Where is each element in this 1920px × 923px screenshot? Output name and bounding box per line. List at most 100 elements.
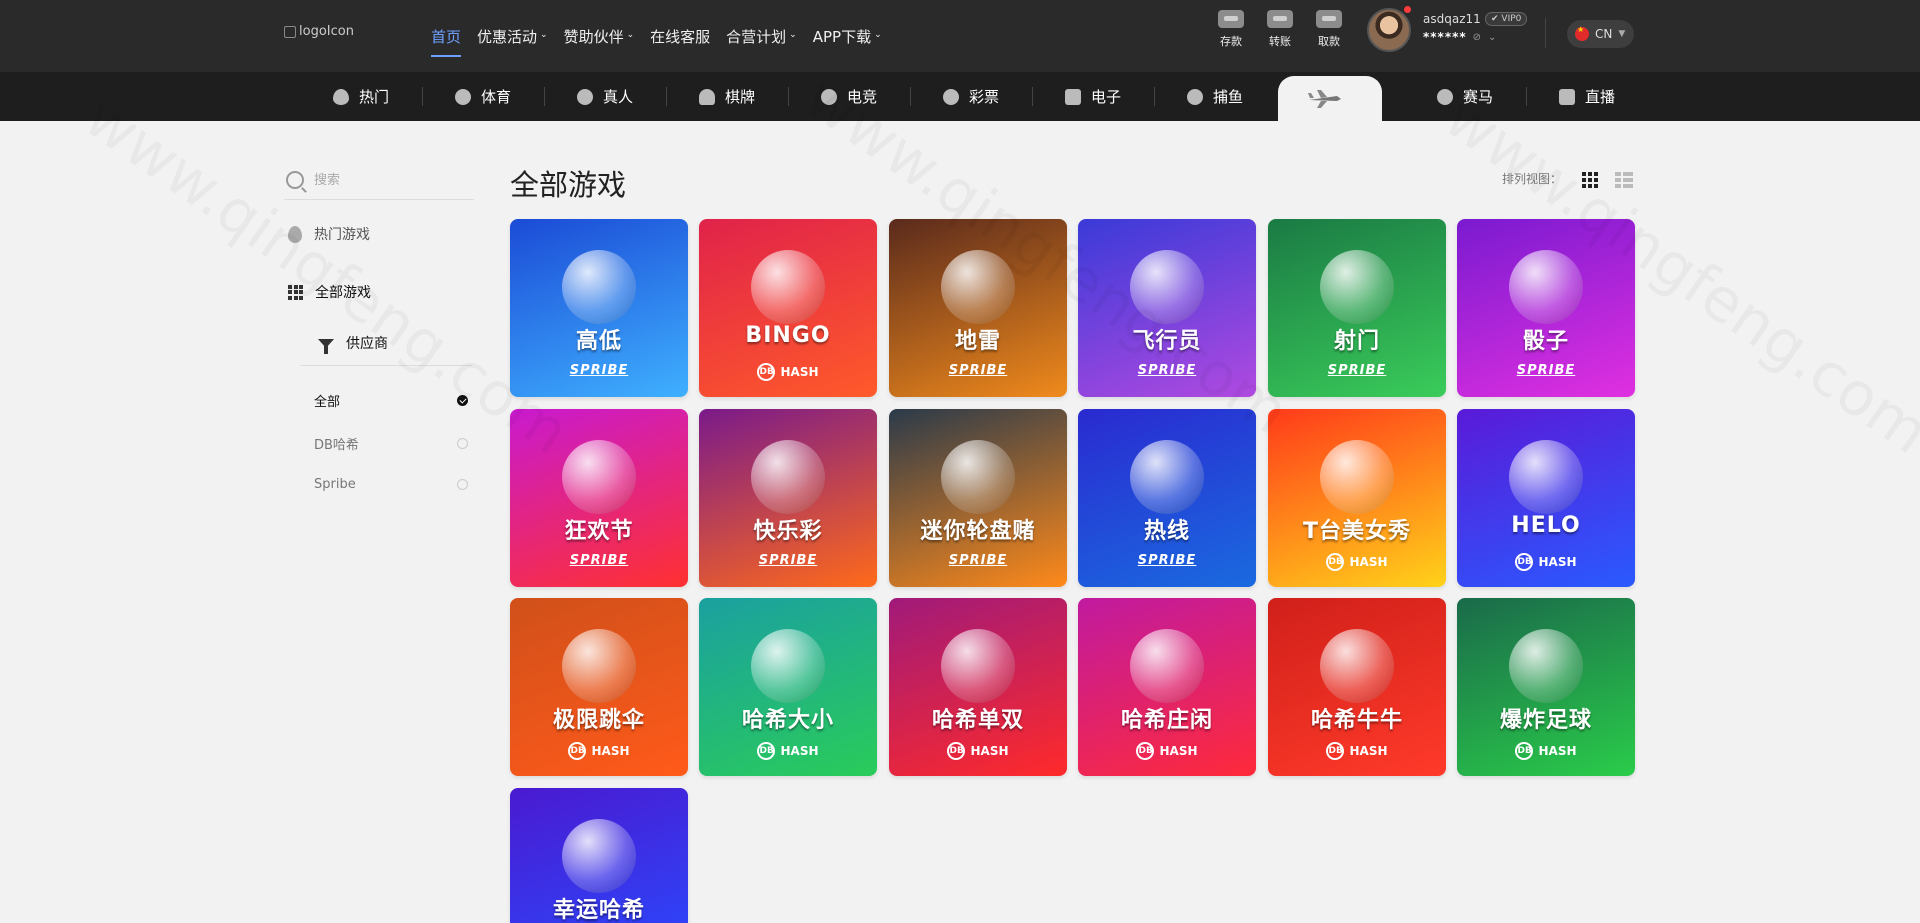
deposit-button[interactable]: 存款 [1211, 10, 1251, 49]
game-card[interactable]: T台美女秀 DB HASH [1268, 409, 1446, 587]
category-tab[interactable]: 真人 [544, 72, 666, 121]
game-card[interactable]: 快乐彩 SPRIBE [699, 409, 877, 587]
game-card[interactable]: 极限跳伞 DB HASH [510, 598, 688, 776]
game-artwork [1320, 628, 1394, 703]
provider-logo: SPRIBE [569, 363, 629, 378]
nav-item[interactable]: 优惠活动 ⌄ [469, 0, 556, 72]
game-title: 幸运哈希 [552, 898, 645, 923]
game-card[interactable]: 哈希庄闲 DB HASH [1078, 598, 1256, 776]
logo[interactable]: logoIcon [284, 24, 354, 39]
provider-option[interactable]: DB哈希 [314, 434, 468, 453]
spade-icon [698, 88, 715, 105]
provider-name: HASH [1349, 555, 1388, 569]
withdraw-icon [1316, 10, 1342, 28]
provider-logo: DB HASH [699, 363, 877, 381]
eye-off-icon[interactable]: ⊘ [1473, 32, 1482, 43]
game-title: 高低 [575, 329, 622, 354]
game-card[interactable]: 爆炸足球 DB HASH [1457, 598, 1635, 776]
category-separator [788, 87, 789, 106]
list-view-icon[interactable] [1615, 172, 1633, 188]
db-logo-icon: DB [757, 742, 776, 760]
category-tab[interactable] [1278, 76, 1382, 121]
game-card[interactable]: 迷你轮盘赌 SPRIBE [889, 409, 1067, 587]
provider-name: HASH [780, 744, 819, 758]
nav-item[interactable]: 首页 [431, 0, 469, 72]
withdraw-button[interactable]: 取款 [1309, 10, 1349, 49]
sidebar-item-hot-games[interactable]: 热门游戏 [288, 224, 370, 244]
category-label: 电子 [1090, 88, 1121, 106]
game-artwork [562, 249, 636, 324]
category-tab[interactable]: 赛马 [1404, 72, 1526, 121]
page-title: 全部游戏 [510, 168, 627, 202]
provider-logo: SPRIBE [569, 553, 629, 568]
nav-item-label: 在线客服 [650, 27, 711, 46]
vip-level: VIP0 [1501, 14, 1522, 24]
category-tab[interactable]: 电竞 [788, 72, 910, 121]
chevron-down-icon[interactable]: ⌄ [1488, 32, 1497, 43]
category-tab[interactable]: 彩票 [910, 72, 1032, 121]
game-artwork [562, 439, 636, 514]
nav-item-label: 首页 [431, 27, 462, 46]
flame-icon [332, 88, 349, 105]
category-label: 真人 [602, 88, 633, 106]
category-label: 电竞 [846, 88, 877, 106]
category-tab[interactable]: 捕鱼 [1154, 72, 1276, 121]
provider-logo: DB HASH [1457, 742, 1635, 760]
game-card[interactable]: 热线 SPRIBE [1078, 409, 1256, 587]
nav-item[interactable]: 在线客服 [642, 0, 718, 72]
nav-item[interactable]: APP下载 ⌄ [805, 0, 890, 72]
game-card[interactable]: 哈希牛牛 DB HASH [1268, 598, 1446, 776]
provider-option[interactable]: 全部 [314, 391, 468, 410]
game-card[interactable]: 地雷 SPRIBE [889, 219, 1067, 397]
game-card[interactable]: 幸运哈希DBHASH [510, 788, 688, 923]
game-card[interactable]: 哈希单双 DB HASH [889, 598, 1067, 776]
game-card[interactable]: 狂欢节 SPRIBE [510, 409, 688, 587]
game-title: 极限跳伞 [552, 708, 645, 733]
grid-view-icon[interactable] [1582, 172, 1598, 188]
game-title: 快乐彩 [753, 519, 823, 544]
game-card[interactable]: BINGO DB HASH [699, 219, 877, 397]
game-title: T台美女秀 [1302, 519, 1411, 544]
category-separator [1154, 87, 1155, 106]
language-selector[interactable]: CN ▼ [1567, 20, 1634, 48]
category-tab[interactable]: 棋牌 [666, 72, 788, 121]
plane-icon [1308, 89, 1341, 108]
deposit-icon [1218, 10, 1244, 28]
notification-dot [1404, 6, 1411, 13]
category-tab[interactable]: 热门 [300, 72, 422, 121]
avatar[interactable] [1367, 8, 1411, 52]
watermark: www.qingfeng.com [72, 82, 582, 468]
provider-name: HASH [1159, 744, 1198, 758]
transfer-button[interactable]: 转账 [1260, 10, 1300, 49]
category-tab[interactable]: 直播 [1526, 72, 1648, 121]
game-title: HELO [1511, 513, 1581, 538]
game-artwork [1130, 628, 1204, 703]
game-card[interactable]: 骰子 SPRIBE [1457, 219, 1635, 397]
category-tab[interactable]: 体育 [422, 72, 544, 121]
game-artwork [1320, 249, 1394, 324]
provider-option-label: Spribe [314, 477, 356, 492]
chevron-down-icon: ⌄ [540, 30, 548, 40]
category-tab[interactable]: 电子 [1032, 72, 1154, 121]
sidebar-divider [300, 365, 472, 366]
sidebar-item-all-games[interactable]: 全部游戏 [288, 282, 371, 302]
game-artwork [941, 628, 1015, 703]
game-card[interactable]: 飞行员 SPRIBE [1078, 219, 1256, 397]
game-card[interactable]: HELO DB HASH [1457, 409, 1635, 587]
provider-option[interactable]: Spribe [314, 477, 468, 492]
game-artwork [751, 628, 825, 703]
game-title: 骰子 [1522, 329, 1569, 354]
game-card[interactable]: 高低 SPRIBE [510, 219, 688, 397]
sidebar-item-provider[interactable]: 供应商 [318, 333, 388, 354]
game-card[interactable]: 哈希大小 DB HASH [699, 598, 877, 776]
language-code: CN [1595, 27, 1613, 41]
nav-item-label: 优惠活动 [477, 27, 538, 46]
game-title: 哈希大小 [741, 708, 834, 733]
nav-item[interactable]: 赞助伙伴 ⌄ [556, 0, 643, 72]
game-title: 射门 [1333, 329, 1380, 354]
nav-item[interactable]: 合营计划 ⌄ [718, 0, 805, 72]
search-input[interactable] [314, 172, 454, 187]
game-card[interactable]: 射门 SPRIBE [1268, 219, 1446, 397]
game-artwork [1509, 439, 1583, 514]
db-logo-icon: DB [568, 742, 587, 760]
